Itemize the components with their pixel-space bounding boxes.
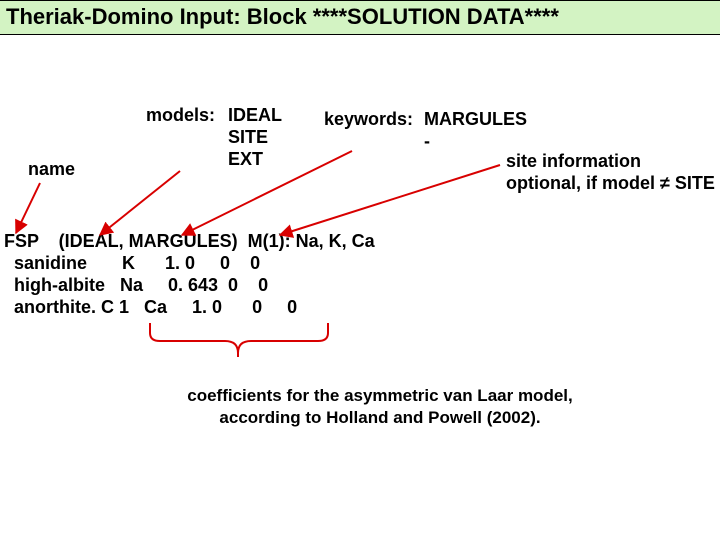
caption-line1: coefficients for the asymmetric van Laar… (187, 386, 572, 405)
siteinfo-line2: optional, if model ≠ SITE (506, 173, 715, 194)
keyword-dash: - (424, 131, 430, 152)
block-line4: anorthite. C 1 Ca 1. 0 0 0 (4, 297, 297, 318)
block-line2: sanidine K 1. 0 0 0 (4, 253, 260, 274)
brace-icon (150, 323, 328, 353)
models-header: models: (146, 105, 215, 126)
page-title: Theriak-Domino Input: Block ****SOLUTION… (0, 0, 720, 35)
arrow-keywords (182, 151, 352, 235)
keyword-margules: MARGULES (424, 109, 527, 130)
siteinfo-line1: site information (506, 151, 641, 172)
caption-line2: according to Holland and Powell (2002). (219, 408, 540, 427)
model-ext: EXT (228, 149, 263, 170)
block-line1: FSP (IDEAL, MARGULES) M(1): Na, K, Ca (4, 231, 375, 252)
model-ideal: IDEAL (228, 105, 282, 126)
caption: coefficients for the asymmetric van Laar… (100, 385, 660, 429)
keywords-header: keywords: (324, 109, 413, 130)
block-line3: high-albite Na 0. 643 0 0 (4, 275, 268, 296)
name-label: name (28, 159, 75, 180)
model-site: SITE (228, 127, 268, 148)
arrow-models (100, 171, 180, 235)
arrow-siteinfo (280, 165, 500, 235)
diagram-canvas: models: IDEAL SITE EXT keywords: MARGULE… (0, 35, 720, 541)
arrow-name (16, 183, 40, 233)
